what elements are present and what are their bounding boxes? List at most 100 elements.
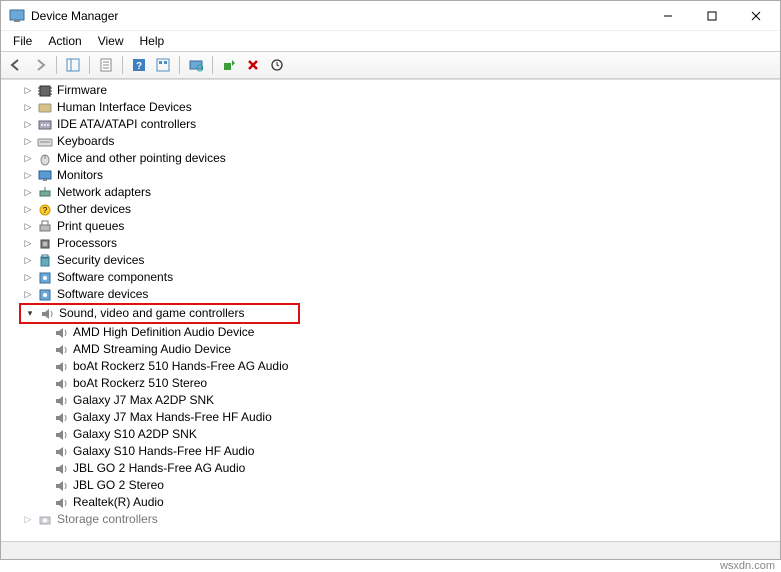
menu-file[interactable]: File (5, 32, 40, 50)
other-icon: ? (37, 202, 53, 218)
device-manager-window: Device Manager File Action View Help ? ▷… (0, 0, 781, 560)
device-item[interactable]: Realtek(R) Audio (9, 494, 780, 511)
device-label: AMD High Definition Audio Device (73, 324, 254, 341)
chevron-right-icon[interactable]: ▷ (21, 513, 35, 527)
app-icon (9, 8, 25, 24)
category-label: IDE ATA/ATAPI controllers (57, 116, 196, 133)
device-item[interactable]: JBL GO 2 Stereo (9, 477, 780, 494)
chevron-right-icon[interactable]: ▷ (21, 271, 35, 285)
help-button[interactable]: ? (128, 54, 150, 76)
titlebar: Device Manager (1, 1, 780, 31)
device-tree[interactable]: ▷ Firmware ▷ Human Interface Devices ▷ IDE AT… (1, 80, 780, 541)
toolbar: ? (1, 51, 780, 79)
category-label: Software components (57, 269, 173, 286)
chevron-right-icon[interactable]: ▷ (21, 101, 35, 115)
device-item[interactable]: AMD Streaming Audio Device (9, 341, 780, 358)
device-category[interactable]: ▷Keyboards (9, 133, 780, 150)
device-category[interactable]: ▷ IDE ATA/ATAPI controllers (9, 116, 780, 133)
add-hardware-button[interactable] (218, 54, 240, 76)
speaker-icon (53, 495, 69, 511)
speaker-icon (53, 325, 69, 341)
window-controls (646, 2, 778, 30)
update-driver-button[interactable] (266, 54, 288, 76)
scan-hardware-button[interactable] (185, 54, 207, 76)
network-icon (37, 185, 53, 201)
device-category[interactable]: ▷ Network adapters (9, 184, 780, 201)
category-label: Storage controllers (57, 511, 158, 528)
chevron-right-icon[interactable]: ▷ (21, 118, 35, 132)
menu-help[interactable]: Help (132, 32, 173, 50)
category-label: Firmware (57, 82, 107, 99)
show-hide-console-button[interactable] (62, 54, 84, 76)
device-category-sound[interactable]: ▾ Sound, video and game controllers (23, 305, 298, 322)
device-item[interactable]: AMD High Definition Audio Device (9, 324, 780, 341)
speaker-icon (53, 376, 69, 392)
svg-text:?: ? (136, 61, 142, 72)
maximize-button[interactable] (690, 2, 734, 30)
device-category[interactable]: ▷ Firmware (9, 82, 780, 99)
back-button[interactable] (5, 54, 27, 76)
device-label: Galaxy J7 Max A2DP SNK (73, 392, 214, 409)
chevron-right-icon[interactable]: ▷ (21, 152, 35, 166)
speaker-icon (53, 427, 69, 443)
chevron-right-icon[interactable]: ▷ (21, 288, 35, 302)
device-label: AMD Streaming Audio Device (73, 341, 231, 358)
close-button[interactable] (734, 2, 778, 30)
toolbar-separator (212, 56, 213, 74)
device-item[interactable]: Galaxy S10 A2DP SNK (9, 426, 780, 443)
chip-icon (37, 83, 53, 99)
menu-view[interactable]: View (90, 32, 132, 50)
view-button[interactable] (152, 54, 174, 76)
svg-text:?: ? (43, 206, 48, 215)
category-label: Print queues (57, 218, 124, 235)
device-item[interactable]: JBL GO 2 Hands-Free AG Audio (9, 460, 780, 477)
chevron-right-icon[interactable]: ▷ (21, 254, 35, 268)
category-label: Network adapters (57, 184, 151, 201)
speaker-icon (53, 444, 69, 460)
device-category[interactable]: ▷? Other devices (9, 201, 780, 218)
chevron-down-icon[interactable]: ▾ (23, 307, 37, 321)
printer-icon (37, 219, 53, 235)
forward-button[interactable] (29, 54, 51, 76)
category-label: Mice and other pointing devices (57, 150, 226, 167)
properties-button[interactable] (95, 54, 117, 76)
chevron-right-icon[interactable]: ▷ (21, 186, 35, 200)
device-category[interactable]: ▷ Human Interface Devices (9, 99, 780, 116)
device-label: Realtek(R) Audio (73, 494, 164, 511)
category-label: Other devices (57, 201, 131, 218)
device-category[interactable]: ▷Monitors (9, 167, 780, 184)
chevron-right-icon[interactable]: ▷ (21, 135, 35, 149)
chevron-right-icon[interactable]: ▷ (21, 220, 35, 234)
device-label: JBL GO 2 Stereo (73, 477, 164, 494)
device-item[interactable]: Galaxy S10 Hands-Free HF Audio (9, 443, 780, 460)
device-category[interactable]: ▷ Software components (9, 269, 780, 286)
device-category[interactable]: ▷ Mice and other pointing devices (9, 150, 780, 167)
category-label: Software devices (57, 286, 148, 303)
chevron-right-icon[interactable]: ▷ (21, 169, 35, 183)
hid-icon (37, 100, 53, 116)
menu-action[interactable]: Action (40, 32, 89, 50)
chevron-right-icon[interactable]: ▷ (21, 203, 35, 217)
device-category[interactable]: ▷Processors (9, 235, 780, 252)
chevron-right-icon[interactable]: ▷ (21, 237, 35, 251)
speaker-icon (53, 393, 69, 409)
device-item[interactable]: boAt Rockerz 510 Hands-Free AG Audio (9, 358, 780, 375)
device-category[interactable]: ▷ Print queues (9, 218, 780, 235)
device-category[interactable]: ▷ Software devices (9, 286, 780, 303)
security-icon (37, 253, 53, 269)
uninstall-button[interactable] (242, 54, 264, 76)
category-label: Security devices (57, 252, 144, 269)
speaker-icon (53, 461, 69, 477)
sw-icon (37, 287, 53, 303)
device-item[interactable]: Galaxy J7 Max Hands-Free HF Audio (9, 409, 780, 426)
category-label: Sound, video and game controllers (59, 305, 244, 322)
watermark: wsxdn.com (720, 560, 775, 572)
device-item[interactable]: boAt Rockerz 510 Stereo (9, 375, 780, 392)
device-category[interactable]: ▷ Security devices (9, 252, 780, 269)
chevron-right-icon[interactable]: ▷ (21, 84, 35, 98)
category-label: Human Interface Devices (57, 99, 192, 116)
monitor-icon (37, 168, 53, 184)
device-item[interactable]: Galaxy J7 Max A2DP SNK (9, 392, 780, 409)
device-category[interactable]: ▷ Storage controllers (9, 511, 780, 528)
minimize-button[interactable] (646, 2, 690, 30)
